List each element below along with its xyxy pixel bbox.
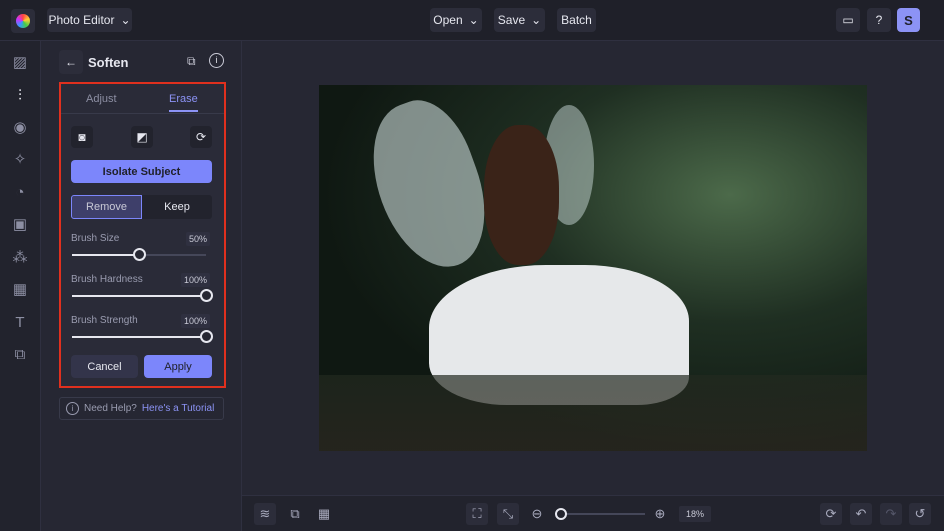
palette-icon[interactable]: ◔ — [11, 184, 29, 202]
image-icon[interactable]: ▨ — [11, 54, 29, 72]
zoom-slider-handle[interactable] — [554, 508, 567, 520]
app-menu-button[interactable]: Photo Editor ⌄ — [47, 8, 132, 32]
slider-fill — [72, 336, 206, 338]
reset-icon[interactable]: ⟳ — [190, 126, 212, 148]
photo-canvas[interactable] — [319, 85, 867, 451]
isolate-subject-button[interactable]: Isolate Subject — [71, 160, 212, 183]
avatar[interactable]: S — [897, 8, 920, 32]
help-text: Need Help? — [84, 403, 137, 414]
info-icon[interactable]: i — [209, 53, 224, 68]
tutorial-link[interactable]: Here's a Tutorial — [142, 403, 215, 414]
app-logo[interactable] — [11, 9, 35, 33]
apply-button[interactable]: Apply — [144, 355, 212, 378]
batch-button[interactable]: Batch — [557, 8, 596, 32]
logo-icon — [16, 14, 30, 28]
fit-screen-icon[interactable]: ⛶ — [466, 503, 488, 525]
divider — [61, 113, 224, 114]
top-bar: Photo Editor ⌄ Open ⌄ Save ⌄ Batch ▭ ? S — [0, 0, 944, 41]
zoom-in-icon[interactable]: ⊕ — [649, 503, 671, 525]
comments-icon[interactable]: ▭ — [836, 8, 860, 32]
duplicate-icon[interactable]: ⧉ — [284, 503, 306, 525]
slider-handle[interactable] — [133, 248, 146, 261]
brush-hardness-label: Brush Hardness — [71, 274, 143, 285]
help-banner: i Need Help? Here's a Tutorial — [59, 397, 224, 420]
eye-icon[interactable]: ◉ — [11, 119, 29, 137]
photo-hair — [484, 125, 559, 265]
open-button[interactable]: Open ⌄ — [430, 8, 482, 32]
info-icon: i — [66, 402, 79, 415]
zoom-slider[interactable] — [554, 508, 645, 520]
text-icon[interactable]: T — [11, 314, 29, 332]
texture-icon[interactable]: ▦ — [11, 281, 29, 299]
overlay-icon[interactable]: ⧉ — [11, 346, 29, 364]
brush-size-slider[interactable] — [72, 248, 206, 261]
brush-hardness-value: 100% — [180, 273, 210, 287]
keep-mode-button[interactable]: Keep — [142, 195, 212, 219]
bottom-toolbar: ≋ ⧉ ▦ ⛶ ⤡ ⊖ ⊕ 18% ⟳ ↶ ↷ ↺ — [242, 495, 944, 531]
undo-icon[interactable]: ↶ — [850, 503, 872, 525]
brush-strength-label: Brush Strength — [71, 315, 138, 326]
history-icon[interactable]: ↺ — [909, 503, 931, 525]
tab-adjust[interactable]: Adjust — [86, 93, 117, 105]
cancel-button[interactable]: Cancel — [71, 355, 138, 378]
chevron-down-icon: ⌄ — [120, 13, 131, 27]
zoom-value[interactable]: 18% — [679, 506, 711, 522]
slider-fill — [72, 295, 206, 297]
brush-tool-icon[interactable]: ◙ — [71, 126, 93, 148]
remove-mode-button[interactable]: Remove — [71, 195, 142, 219]
brush-size-label: Brush Size — [71, 233, 120, 244]
zoom-out-icon[interactable]: ⊖ — [526, 503, 548, 525]
frame-icon[interactable]: ▣ — [11, 216, 29, 234]
back-button[interactable]: ← — [59, 50, 83, 74]
save-button[interactable]: Save ⌄ — [494, 8, 545, 32]
grid-icon[interactable]: ▦ — [313, 503, 335, 525]
slider-fill — [72, 254, 139, 256]
save-label: Save — [497, 13, 526, 27]
slider-handle[interactable] — [200, 330, 213, 343]
app-name: Photo Editor — [48, 13, 115, 27]
photo-ground — [319, 375, 867, 451]
layers-copy-icon[interactable]: ⧉ — [187, 54, 196, 69]
help-icon[interactable]: ? — [867, 8, 891, 32]
layers-icon[interactable]: ≋ — [254, 503, 276, 525]
redo-icon[interactable]: ↷ — [880, 503, 902, 525]
open-label: Open — [433, 13, 463, 27]
brush-strength-slider[interactable] — [72, 330, 213, 343]
effects-sparkle-icon[interactable]: ✧ — [11, 151, 29, 169]
brush-size-value: 50% — [185, 232, 210, 246]
actual-size-icon[interactable]: ⤡ — [497, 503, 519, 525]
brush-strength-value: 100% — [180, 314, 210, 328]
brush-hardness-slider[interactable] — [72, 289, 213, 302]
rotate-refresh-icon[interactable]: ⟳ — [820, 503, 842, 525]
photo-wing — [352, 88, 506, 282]
invert-selection-icon[interactable]: ◩ — [131, 126, 153, 148]
adjust-sliders-icon[interactable]: ⫶ — [11, 87, 29, 105]
tab-erase[interactable]: Erase — [169, 93, 198, 112]
chevron-down-icon: ⌄ — [531, 13, 542, 27]
slider-handle[interactable] — [200, 289, 213, 302]
tool-sidebar: ▨ ⫶ ◉ ✧ ◔ ▣ ⁂ ▦ T ⧉ — [0, 41, 41, 531]
chevron-down-icon: ⌄ — [468, 13, 479, 27]
graphics-icon[interactable]: ⁂ — [11, 249, 29, 267]
erase-settings-box: Adjust Erase ◙ ◩ ⟳ Isolate Subject Remov… — [59, 82, 226, 388]
panel-title: Soften — [88, 55, 129, 70]
